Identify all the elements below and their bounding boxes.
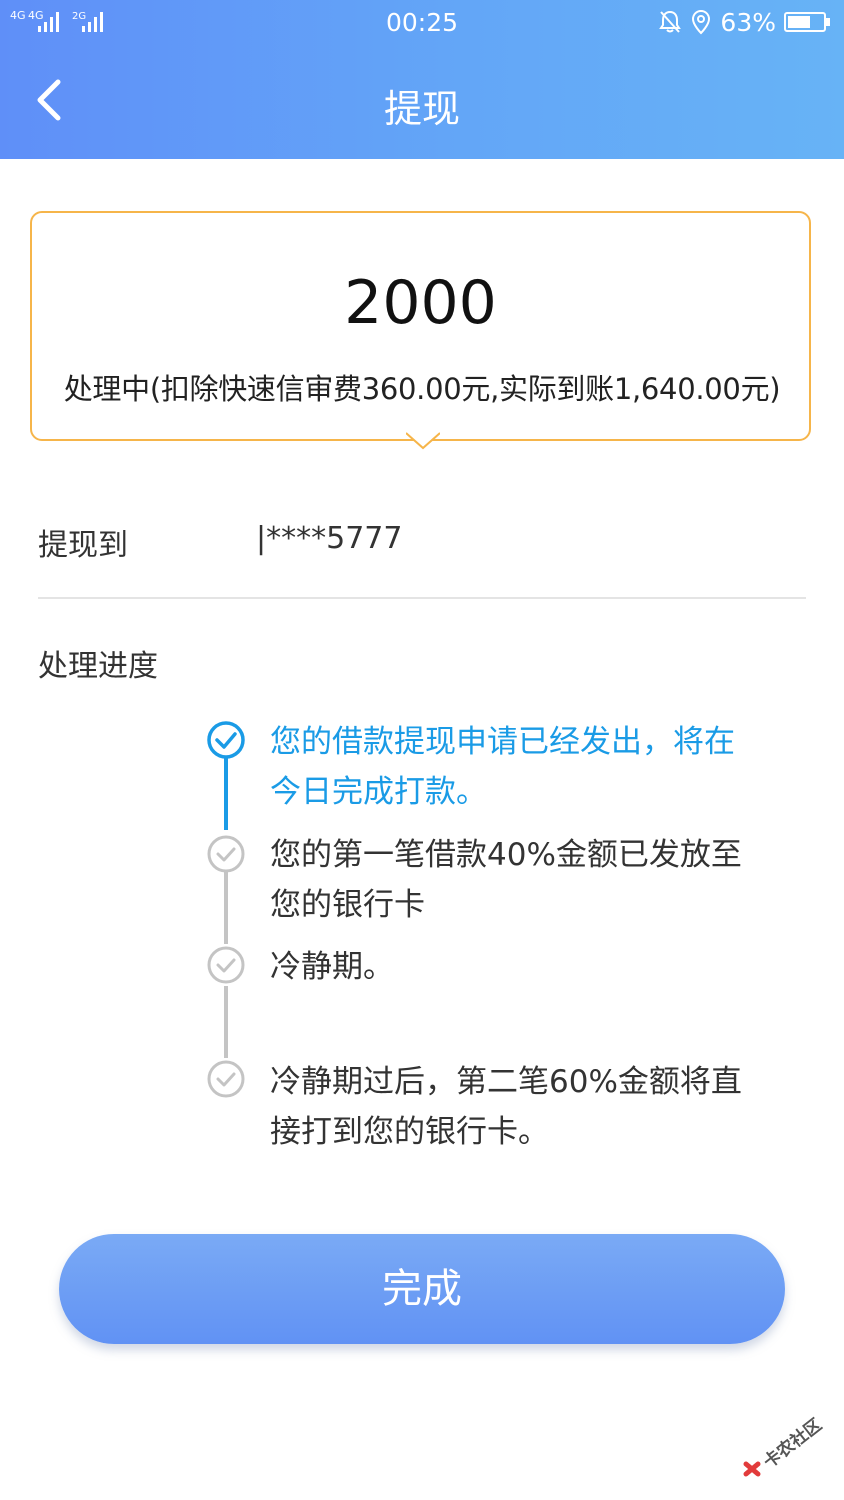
battery-percent: 63% bbox=[720, 7, 776, 37]
svg-text:卡农社区: 卡农社区 bbox=[759, 1414, 826, 1472]
done-button[interactable]: 完成 bbox=[59, 1234, 785, 1344]
check-circle-icon bbox=[207, 1060, 245, 1098]
header-bar: 4G 4G 2G 00:25 63% 提现 bbox=[0, 0, 844, 159]
progress-step: 您的借款提现申请已经发出，将在 今日完成打款。 bbox=[270, 717, 790, 817]
progress-step-line2: 今日完成打款。 bbox=[270, 774, 487, 810]
progress-step: 您的第一笔借款40%金额已发放至 您的银行卡 bbox=[270, 830, 790, 930]
progress-step-line1: 冷静期。 bbox=[270, 949, 394, 985]
check-circle-icon-active bbox=[207, 721, 245, 759]
withdraw-to-label: 提现到 bbox=[38, 528, 128, 563]
check-circle-icon bbox=[207, 835, 245, 873]
bank-card-number: |****5777 bbox=[256, 521, 403, 556]
progress-step: 冷静期过后，第二笔60%金额将直 接打到您的银行卡。 bbox=[270, 1057, 790, 1157]
progress-step: 冷静期。 bbox=[270, 942, 790, 992]
watermark-logo: 卡农社区 bbox=[743, 1414, 826, 1477]
progress-step-line1: 您的借款提现申请已经发出，将在 bbox=[270, 724, 735, 760]
progress-step-line1: 冷静期过后，第二笔60%金额将直 bbox=[270, 1064, 742, 1100]
battery-icon bbox=[784, 12, 830, 32]
processing-status: 处理中(扣除快速信审费360.00元,实际到账1,640.00元) bbox=[63, 372, 781, 406]
location-icon bbox=[692, 9, 711, 35]
divider bbox=[38, 597, 806, 599]
timeline-line-active bbox=[224, 758, 228, 830]
timeline-line bbox=[224, 872, 228, 944]
progress-step-line2: 接打到您的银行卡。 bbox=[270, 1114, 549, 1150]
withdraw-amount: 2000 bbox=[344, 268, 497, 338]
bell-mute-icon bbox=[659, 10, 682, 33]
progress-step-line1: 您的第一笔借款40%金额已发放至 bbox=[270, 837, 742, 873]
card-pointer bbox=[406, 431, 440, 450]
progress-step-line2: 您的银行卡 bbox=[270, 887, 425, 923]
progress-title: 处理进度 bbox=[38, 649, 158, 684]
status-right: 63% bbox=[658, 6, 832, 38]
page-title: 提现 bbox=[383, 87, 460, 131]
check-circle-icon bbox=[207, 946, 245, 984]
timeline-line bbox=[224, 986, 228, 1058]
status-bar: 4G 4G 2G 00:25 63% bbox=[0, 0, 844, 46]
